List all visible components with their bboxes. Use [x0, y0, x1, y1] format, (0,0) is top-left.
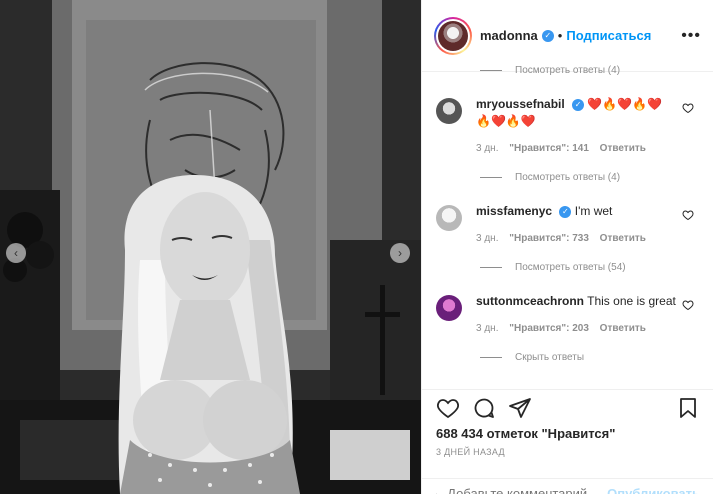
comment-item: missfamenyc ✓ I'm wet 3 дн. "Нравится": … — [422, 203, 713, 247]
view-replies-label: Посмотреть ответы (4) — [515, 64, 621, 76]
comment-meta: 3 дн. "Нравится": 141 Ответить — [476, 140, 676, 157]
instagram-post-modal: ‹ › madonna ✓ • Подписаться ••• Посмотре… — [0, 0, 713, 494]
commenter-avatar[interactable] — [436, 98, 462, 124]
author-avatar[interactable] — [434, 16, 472, 55]
heart-icon[interactable] — [682, 299, 694, 311]
post-photo[interactable]: ‹ › — [0, 0, 421, 494]
likes-count[interactable]: 688 434 отметок "Нравится" — [422, 426, 713, 441]
divider-line — [480, 356, 502, 358]
verified-badge-icon: ✓ — [572, 98, 585, 111]
comment-likes[interactable]: "Нравится": 203 — [509, 323, 589, 334]
reply-button[interactable]: Ответить — [600, 233, 646, 244]
view-replies-button[interactable]: Посмотреть ответы (4) — [422, 60, 713, 80]
comment-time: 3 дн. — [476, 323, 499, 334]
post-footer: 688 434 отметок "Нравится" 3 ДНЕЙ НАЗАД … — [422, 389, 713, 494]
post-side-panel: madonna ✓ • Подписаться ••• Посмотреть о… — [421, 0, 713, 494]
divider-line — [480, 69, 502, 71]
comment-item: mryoussefnabil ✓ ❤️🔥❤️🔥❤️🔥❤️🔥❤️ 3 дн. "Н… — [422, 96, 713, 157]
divider-line — [480, 266, 502, 268]
comment-username[interactable]: suttonmceachronn — [476, 294, 584, 308]
heart-icon[interactable] — [682, 209, 694, 221]
view-replies-button[interactable]: Посмотреть ответы (54) — [422, 257, 713, 277]
comment-text: This one is great — [587, 294, 676, 308]
post-actions — [422, 390, 713, 426]
share-icon[interactable] — [508, 396, 532, 420]
comment-item: suttonmceachronn This one is great 3 дн.… — [422, 293, 713, 337]
author-username[interactable]: madonna — [480, 28, 538, 43]
chevron-right-icon[interactable]: › — [390, 243, 410, 263]
hide-replies-button[interactable]: Скрыть ответы — [422, 347, 713, 367]
comment-body: mryoussefnabil ✓ ❤️🔥❤️🔥❤️🔥❤️🔥❤️ 3 дн. "Н… — [476, 96, 676, 157]
comment-body: suttonmceachronn This one is great 3 дн.… — [476, 293, 676, 337]
post-timestamp[interactable]: 3 ДНЕЙ НАЗАД — [422, 447, 713, 457]
more-options-icon[interactable]: ••• — [681, 27, 701, 45]
publish-button[interactable]: Опубликовать — [607, 486, 700, 494]
verified-badge-icon: ✓ — [559, 205, 572, 218]
avatar-image — [438, 20, 468, 51]
comments-list: Посмотреть ответы (4) mryoussefnabil ✓ ❤… — [422, 57, 713, 389]
view-replies-label: Посмотреть ответы (54) — [515, 261, 626, 273]
comment-time: 3 дн. — [476, 233, 499, 244]
view-replies-label: Посмотреть ответы (4) — [515, 171, 621, 183]
divider-line — [480, 176, 502, 178]
comment-likes[interactable]: "Нравится": 141 — [509, 143, 589, 154]
verified-badge-icon: ✓ — [541, 29, 554, 42]
chevron-left-icon[interactable]: ‹ — [6, 243, 26, 263]
reply-button[interactable]: Ответить — [600, 143, 646, 154]
avatar-frame — [436, 18, 470, 53]
view-replies-button[interactable]: Посмотреть ответы (4) — [422, 167, 713, 187]
comment-meta: 3 дн. "Нравится": 733 Ответить — [476, 230, 676, 247]
comment-text-line: suttonmceachronn This one is great — [476, 293, 676, 310]
hide-replies-label: Скрыть ответы — [515, 351, 585, 363]
add-comment-bar: Опубликовать — [422, 478, 713, 494]
comment-text-line: missfamenyc ✓ I'm wet — [476, 203, 676, 220]
comment-username[interactable]: missfamenyc — [476, 204, 552, 218]
heart-icon[interactable] — [436, 396, 460, 420]
bookmark-icon[interactable] — [676, 396, 700, 420]
emoji-icon[interactable] — [436, 484, 438, 494]
comment-icon[interactable] — [472, 396, 496, 420]
header-separator: • — [557, 28, 563, 43]
follow-button[interactable]: Подписаться — [566, 28, 651, 43]
commenter-avatar[interactable] — [436, 295, 462, 321]
comment-input[interactable] — [447, 486, 608, 494]
comment-body: missfamenyc ✓ I'm wet 3 дн. "Нравится": … — [476, 203, 676, 247]
photo-scene — [0, 0, 421, 494]
comment-likes[interactable]: "Нравится": 733 — [509, 233, 589, 244]
commenter-avatar[interactable] — [436, 205, 462, 231]
comment-text: I'm wet — [574, 204, 613, 218]
comment-text-line: mryoussefnabil ✓ ❤️🔥❤️🔥❤️🔥❤️🔥❤️ — [476, 96, 676, 130]
comment-meta: 3 дн. "Нравится": 203 Ответить — [476, 320, 676, 337]
reply-button[interactable]: Ответить — [600, 323, 646, 334]
comment-username[interactable]: mryoussefnabil — [476, 97, 565, 111]
comment-time: 3 дн. — [476, 143, 499, 154]
heart-icon[interactable] — [682, 102, 694, 114]
